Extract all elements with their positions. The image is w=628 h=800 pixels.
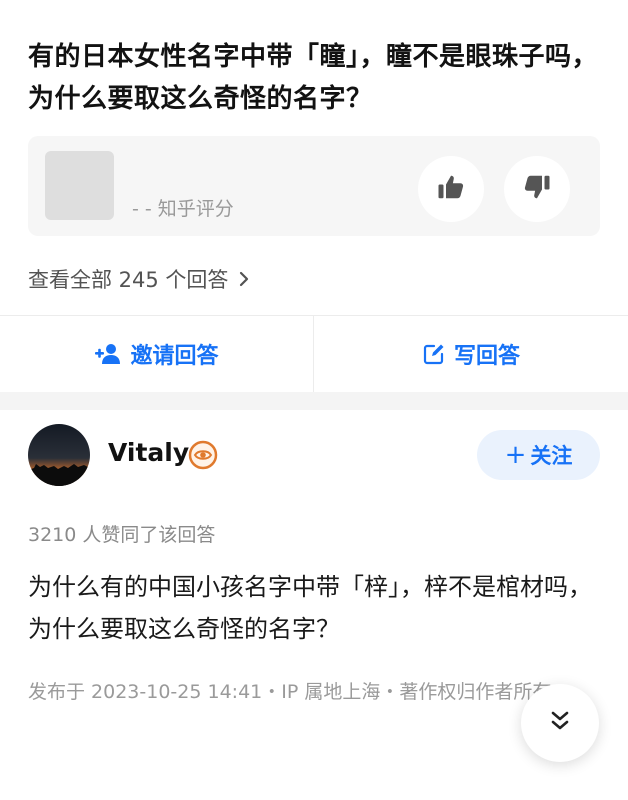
upvote-button[interactable] — [418, 156, 484, 222]
view-all-label: 查看全部 245 个回答 — [28, 268, 229, 292]
author-name[interactable]: Vitaly — [108, 438, 189, 467]
next-answer-button[interactable] — [521, 684, 599, 762]
eye-badge-icon — [188, 440, 218, 470]
write-answer-button[interactable]: 写回答 — [314, 316, 628, 392]
downvote-button[interactable] — [504, 156, 570, 222]
section-separator — [0, 392, 628, 410]
edit-icon — [422, 342, 446, 366]
invite-answer-button[interactable]: 邀请回答 — [0, 316, 313, 392]
author-avatar[interactable] — [28, 424, 90, 486]
rating-label: - - 知乎评分 — [132, 198, 234, 220]
invite-answer-label: 邀请回答 — [130, 344, 219, 369]
vote-summary: 3210 人赞同了该回答 — [28, 524, 216, 546]
follow-button[interactable]: + 关注 — [477, 430, 600, 480]
plus-icon: + — [504, 440, 527, 470]
publish-info: 发布于 2023-10-25 14:41・IP 属地上海・著作权归作者所有 — [28, 681, 552, 703]
double-chevron-down-icon — [549, 710, 571, 736]
write-answer-label: 写回答 — [453, 344, 520, 369]
view-all-answers-link[interactable]: 查看全部 245 个回答 — [28, 264, 250, 294]
question-title: 有的日本女性名字中带「瞳」，瞳不是眼珠子吗，为什么要取这么奇怪的名字？ — [28, 42, 599, 114]
action-divider — [313, 316, 314, 392]
add-user-icon — [94, 342, 122, 366]
chevron-right-icon — [238, 270, 250, 288]
question-action-bar: 邀请回答 写回答 — [0, 316, 628, 392]
rating-placeholder-image — [45, 151, 114, 220]
rating-card: - - 知乎评分 — [28, 136, 600, 236]
answer-body[interactable]: 为什么有的中国小孩名字中带「梓」，梓不是棺材吗，为什么要取这么奇怪的名字？ — [28, 566, 600, 650]
follow-label: 关注 — [530, 444, 573, 468]
thumbs-down-icon — [522, 172, 552, 206]
thumbs-up-icon — [436, 172, 466, 206]
